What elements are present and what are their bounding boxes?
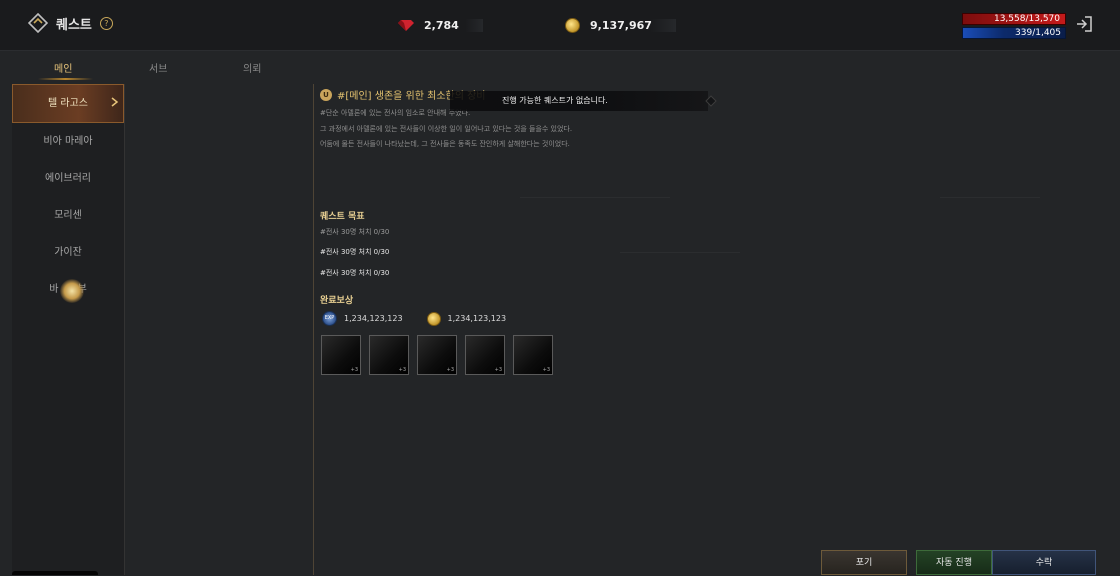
gem-currency: 2,784: [398, 15, 483, 35]
compass-ornament-icon: [60, 279, 84, 303]
tab-main[interactable]: 메인: [54, 60, 72, 75]
toast-text: 진행 가능한 퀘스트가 없습니다.: [502, 96, 608, 105]
divider-line: [520, 197, 670, 198]
sidebar-item-label: 에이브러리: [45, 173, 91, 184]
tab-request[interactable]: 의뢰: [243, 60, 261, 75]
tab-sub[interactable]: 서브: [149, 60, 167, 75]
objective-item: #전사 30명 처치 0/30: [320, 228, 390, 236]
slot-count: +3: [398, 367, 406, 373]
notification-toast: 진행 가능한 퀘스트가 없습니다.: [450, 91, 717, 111]
exp-icon: EXP: [322, 311, 337, 326]
quest-desc-line: 어둠에 물든 전사들이 나타났는데, 그 전사들은 동족도 잔인하게 살해한다는…: [320, 140, 570, 148]
reward-gold-value: 1,234,123,123: [447, 314, 507, 323]
sidebar-item-label-left: 바: [49, 284, 59, 295]
sidebar-item-gaijan[interactable]: 가이잔: [12, 234, 124, 271]
mp-bar: 339/1,405: [962, 27, 1066, 39]
reward-currencies: EXP 1,234,123,123 1,234,123,123: [322, 311, 530, 326]
reward-item-slots: +3 +3 +3 +3 +3: [321, 335, 553, 375]
reward-exp-value: 1,234,123,123: [344, 314, 403, 323]
slot-count: +3: [350, 367, 358, 373]
gold-count: 9,137,967: [590, 18, 676, 32]
reward-slot[interactable]: +3: [465, 335, 505, 375]
panel-divider: [313, 84, 314, 575]
reward-slot[interactable]: +3: [513, 335, 553, 375]
gold-coin-icon: [565, 17, 580, 33]
sidebar-item-label: 모리센: [54, 210, 82, 221]
sidebar-item-morisen[interactable]: 모리센: [12, 197, 124, 234]
quest-tabs: 메인 서브 의뢰: [0, 52, 310, 82]
objective-item: #전사 30명 처치 0/30: [320, 248, 390, 256]
region-sidebar: 텔 라고스 비아 마레아 에이브러리 모리센 가이잔 바 부: [12, 84, 125, 575]
quest-desc-line: #단순 아델론에 있는 전사의 임소로 안내해 주었다.: [320, 109, 471, 117]
title-area: 퀘스트 ?: [28, 13, 113, 33]
objectives-title: 퀘스트 목표: [320, 212, 365, 222]
divider-line: [620, 252, 740, 253]
top-bar: 퀘스트 ? 2,784 9,137,967 13,558/13,570 339/…: [0, 0, 1120, 51]
page-title: 퀘스트: [56, 17, 92, 33]
gold-coin-icon: [426, 311, 441, 326]
sidebar-item-via-marea[interactable]: 비아 마레아: [12, 123, 124, 160]
gold-currency: 9,137,967: [565, 15, 676, 35]
reward-slot[interactable]: +3: [321, 335, 361, 375]
sidebar-item-abrey[interactable]: 에이브러리: [12, 160, 124, 197]
divider-line: [940, 197, 1040, 198]
sidebar-item-6[interactable]: 바 부: [12, 271, 124, 308]
rewards-title: 완료보상: [320, 296, 354, 306]
auto-progress-button[interactable]: 자동 진행: [916, 550, 992, 575]
sidebar-item-label: 텔 라고스: [48, 98, 88, 109]
reward-slot[interactable]: +3: [417, 335, 457, 375]
quest-desc-line: 그 과정에서 아델론에 있는 전사들이 이상한 일이 일어나고 있다는 것을 들…: [320, 125, 573, 133]
chevron-right-icon: [111, 97, 119, 107]
quest-icon: [28, 13, 48, 33]
slot-count: +3: [494, 367, 502, 373]
sidebar-item-tel-lagos[interactable]: 텔 라고스: [12, 84, 124, 123]
slot-count: +3: [542, 367, 550, 373]
bottom-edge-bar: [12, 571, 98, 575]
hp-mp-bars: 13,558/13,570 339/1,405: [962, 13, 1066, 39]
quest-type-icon: U: [320, 88, 332, 101]
question-icon[interactable]: ?: [99, 16, 113, 30]
objective-item: #전사 30명 처치 0/30: [320, 269, 390, 277]
give-up-button[interactable]: 포기: [821, 550, 907, 575]
sidebar-item-label: 가이잔: [54, 247, 82, 258]
sidebar-item-label: 비아 마레아: [43, 136, 93, 147]
reward-slot[interactable]: +3: [369, 335, 409, 375]
exit-icon[interactable]: [1074, 14, 1094, 34]
ruby-icon: [398, 20, 414, 31]
diamond-tip-icon: [705, 95, 717, 107]
gem-count: 2,784: [424, 18, 483, 32]
slot-count: +3: [446, 367, 454, 373]
accept-button[interactable]: 수락: [992, 550, 1096, 575]
active-tab-indicator: [38, 78, 93, 80]
hp-bar: 13,558/13,570: [962, 13, 1066, 25]
